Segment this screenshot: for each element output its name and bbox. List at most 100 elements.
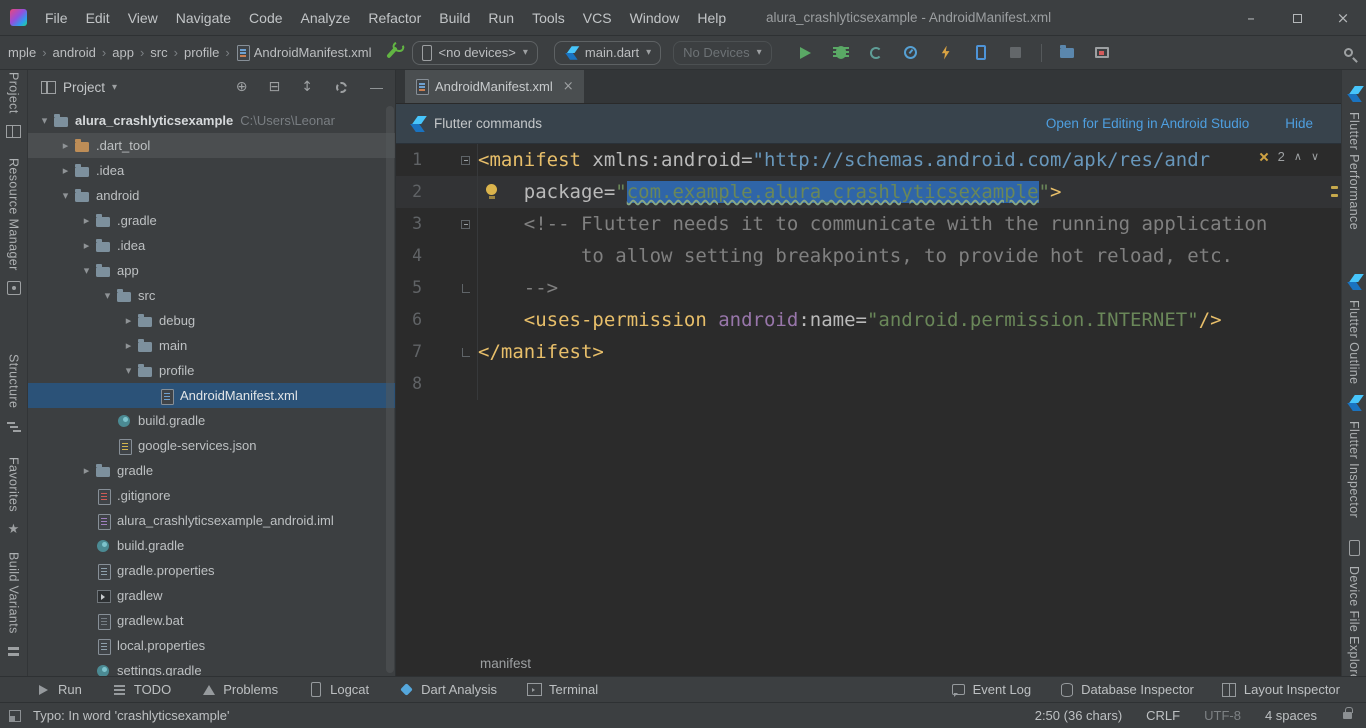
settings-gear-icon[interactable] [336, 82, 347, 93]
menu-refactor[interactable]: Refactor [359, 0, 430, 36]
chevron-down-icon[interactable]: ▾ [57, 189, 74, 202]
tree-item-profile[interactable]: ▾profile [28, 358, 395, 383]
file-encoding[interactable]: UTF-8 [1204, 708, 1241, 723]
code-line-1[interactable]: 1<manifest xmlns:android="http://schemas… [396, 144, 1341, 176]
chevron-right-icon[interactable]: ▸ [120, 314, 137, 327]
tree-item-alura-crashlyticsexample-android-iml[interactable]: alura_crashlyticsexample_android.iml [28, 508, 395, 533]
chevron-right-icon[interactable]: ▸ [78, 214, 95, 227]
stripe-item-device-file-explorer[interactable]: Device File Explorer [1346, 540, 1362, 686]
tree-item-app[interactable]: ▾app [28, 258, 395, 283]
device-monitor-button[interactable] [1092, 43, 1112, 63]
tree-item-debug[interactable]: ▸debug [28, 308, 395, 333]
collapse-all-button[interactable]: ⊟ [269, 80, 281, 94]
tree-item-alura-crashlyticsexample[interactable]: ▾alura_crashlyticsexampleC:\Users\Leonar [28, 108, 395, 133]
toolwindow-button-event-log[interactable]: Event Log [951, 682, 1032, 697]
stripe-item-flutter-outline[interactable]: Flutter Outline [1347, 274, 1361, 385]
code-line-6[interactable]: 6 <uses-permission android:name="android… [396, 304, 1341, 336]
expand-collapse-button[interactable]: ↕ [301, 80, 313, 94]
profiler-button[interactable] [901, 43, 921, 63]
tree-item--idea[interactable]: ▸.idea [28, 233, 395, 258]
line-number[interactable]: 6 [396, 304, 422, 336]
chevron-right-icon[interactable]: ▸ [78, 464, 95, 477]
line-number[interactable]: 4 [396, 240, 422, 272]
tree-item-gradle[interactable]: ▸gradle [28, 458, 395, 483]
breadcrumb-item-app[interactable]: app [112, 45, 134, 60]
tree-item-google-services-json[interactable]: google-services.json [28, 433, 395, 458]
tree-item-androidmanifest-xml[interactable]: AndroidManifest.xml [28, 383, 395, 408]
chevron-down-icon[interactable]: ▾ [120, 364, 137, 377]
toolwindow-button-dart-analysis[interactable]: Dart Analysis [399, 682, 497, 697]
tree-item-src[interactable]: ▾src [28, 283, 395, 308]
previous-issue-button[interactable]: ∧ [1294, 150, 1302, 163]
lock-icon[interactable] [1343, 712, 1352, 719]
tab-androidmanifest-xml[interactable]: AndroidManifest.xml × [405, 70, 584, 103]
fold-marker[interactable] [422, 284, 477, 293]
line-number[interactable]: 8 [396, 368, 422, 400]
open-in-android-studio-link[interactable]: Open for Editing in Android Studio [1046, 116, 1249, 131]
fold-marker[interactable] [422, 156, 477, 165]
menu-window[interactable]: Window [621, 0, 689, 36]
breadcrumb-item-profile[interactable]: profile [184, 45, 219, 60]
menu-run[interactable]: Run [479, 0, 523, 36]
tree-item--gradle[interactable]: ▸.gradle [28, 208, 395, 233]
coverage-button[interactable] [866, 43, 886, 63]
toolwindow-button-problems[interactable]: Problems [201, 682, 278, 697]
locate-file-button[interactable]: ⊕ [236, 80, 248, 94]
chevron-right-icon[interactable]: ▸ [57, 139, 74, 152]
maximize-button[interactable] [1274, 0, 1320, 36]
toolwindow-switcher-icon[interactable] [9, 710, 21, 722]
code-line-8[interactable]: 8 [396, 368, 1341, 400]
inspections-widget[interactable]: 2 ∧ ∨ [1259, 149, 1319, 164]
intention-bulb-icon[interactable] [486, 184, 497, 195]
tree-item-android[interactable]: ▾android [28, 183, 395, 208]
device-selector[interactable]: <no devices> ▾ [412, 41, 538, 65]
close-button[interactable]: × [1320, 0, 1366, 36]
chevron-down-icon[interactable]: ▾ [36, 114, 53, 127]
project-scrollbar[interactable] [386, 106, 394, 673]
line-number[interactable]: 7 [396, 336, 422, 368]
breadcrumb-manifest[interactable]: manifest [480, 656, 531, 671]
editor-breadcrumb[interactable]: manifest [396, 650, 1341, 676]
chevron-down-icon[interactable]: ▾ [78, 264, 95, 277]
tree-item-build-gradle[interactable]: build.gradle [28, 533, 395, 558]
breadcrumb-item-android[interactable]: android [53, 45, 96, 60]
wrench-icon[interactable] [386, 46, 398, 58]
tree-item-gradlew-bat[interactable]: gradlew.bat [28, 608, 395, 633]
caret-position[interactable]: 2:50 (36 chars) [1035, 708, 1122, 723]
breadcrumb-item-androidmanifest-xml[interactable]: AndroidManifest.xml [236, 45, 372, 60]
stop-button[interactable] [1006, 43, 1026, 63]
menu-navigate[interactable]: Navigate [167, 0, 240, 36]
stripe-item-project[interactable]: Project [6, 72, 22, 140]
hide-panel-button[interactable]: — [370, 80, 383, 95]
chevron-down-icon[interactable]: ▾ [99, 289, 116, 302]
code-line-3[interactable]: 3 <!-- Flutter needs it to communicate w… [396, 208, 1341, 240]
toolwindow-button-layout-inspector[interactable]: Layout Inspector [1222, 682, 1340, 697]
toolwindow-button-database-inspector[interactable]: Database Inspector [1059, 682, 1194, 697]
stripe-item-structure[interactable]: Structure [6, 354, 22, 434]
line-number[interactable]: 1 [396, 144, 422, 176]
minimize-button[interactable]: – [1228, 0, 1274, 36]
run-config-selector[interactable]: main.dart ▾ [554, 41, 661, 65]
breadcrumb-item-mple[interactable]: mple [8, 45, 36, 60]
run-button[interactable] [796, 43, 816, 63]
attach-debugger-button[interactable] [971, 43, 991, 63]
menu-build[interactable]: Build [430, 0, 479, 36]
breadcrumb-item-src[interactable]: src [150, 45, 167, 60]
indent-style[interactable]: 4 spaces [1265, 708, 1317, 723]
stripe-item-flutter-inspector[interactable]: Flutter Inspector [1347, 395, 1361, 518]
search-button[interactable] [1338, 43, 1358, 63]
menu-code[interactable]: Code [240, 0, 291, 36]
menu-analyze[interactable]: Analyze [292, 0, 360, 36]
error-stripe-mark[interactable] [1331, 194, 1338, 197]
apply-changes-button[interactable] [936, 43, 956, 63]
menu-file[interactable]: File [36, 0, 77, 36]
line-number[interactable]: 5 [396, 272, 422, 304]
next-issue-button[interactable]: ∨ [1311, 150, 1319, 163]
chevron-down-icon[interactable]: ▾ [112, 82, 117, 93]
stripe-item-flutter-performance[interactable]: Flutter Performance [1347, 86, 1361, 230]
line-separator[interactable]: CRLF [1146, 708, 1180, 723]
chevron-right-icon[interactable]: ▸ [78, 239, 95, 252]
code-editor[interactable]: 1<manifest xmlns:android="http://schemas… [396, 144, 1341, 650]
stripe-item-favorites[interactable]: Favorites [6, 457, 22, 538]
tree-item--dart-tool[interactable]: ▸.dart_tool [28, 133, 395, 158]
